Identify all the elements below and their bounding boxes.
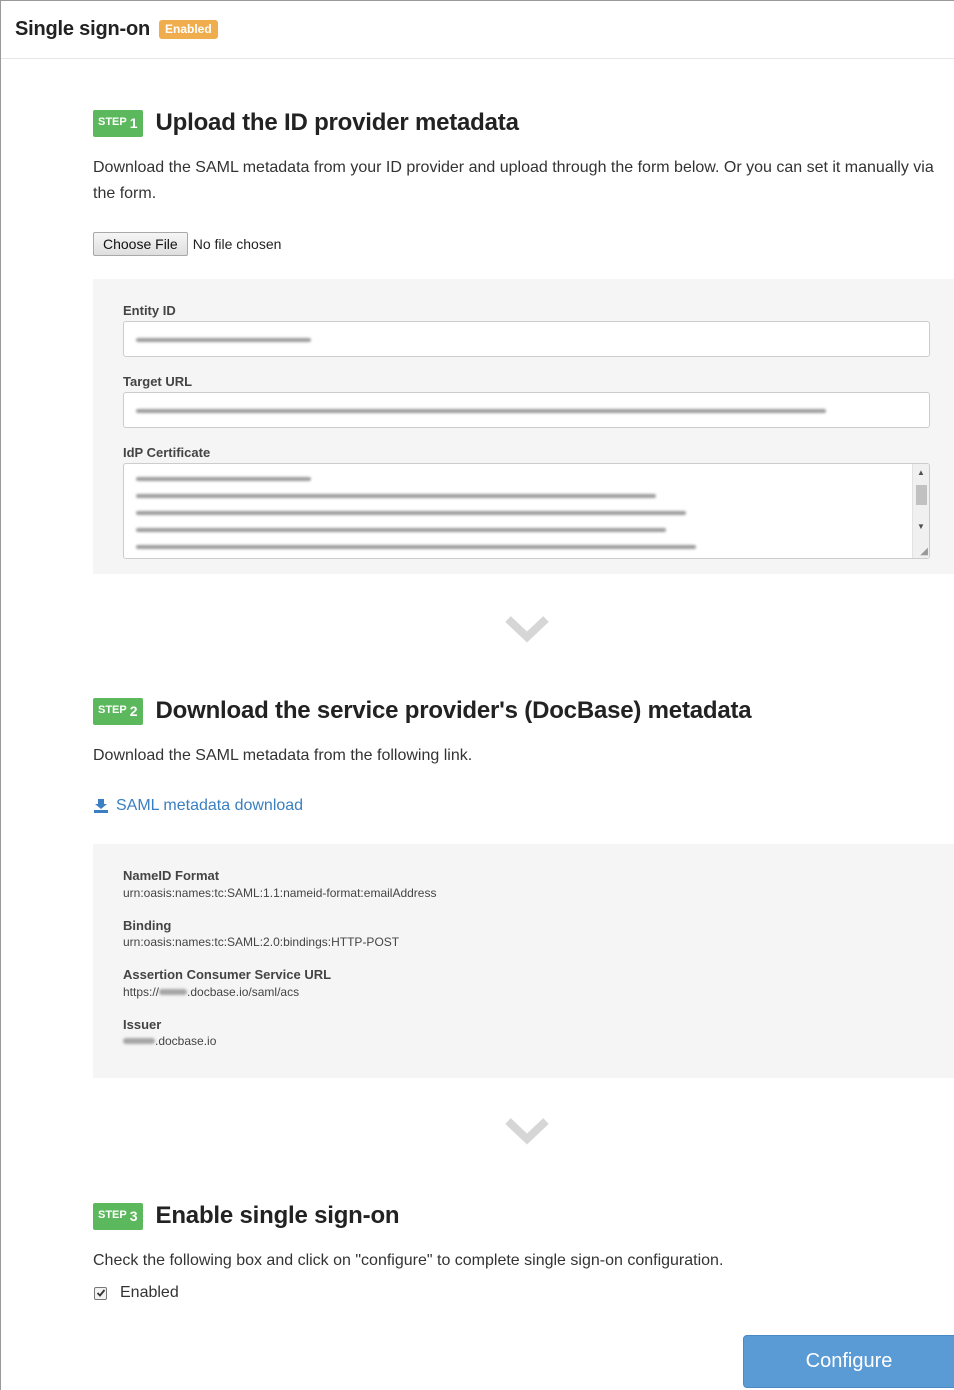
nameid-format-label: NameID Format [123, 868, 220, 883]
target-url-input[interactable] [123, 392, 930, 428]
chevron-down-icon [505, 1118, 549, 1145]
entity-id-label: Entity ID [123, 303, 176, 318]
scroll-up-icon[interactable]: ▲ [917, 468, 925, 477]
page-header: Single sign-on Enabled [1, 1, 954, 59]
chevron-down-icon [505, 616, 549, 643]
step-1-badge: STEP 1 [93, 109, 143, 137]
resize-handle-icon[interactable]: ◢ [920, 546, 928, 557]
step-2-header: STEP 2 Download the service provider's (… [93, 697, 752, 725]
acs-url-value: https:// .docbase.io/saml/acs [123, 985, 300, 999]
enabled-checkbox-row[interactable]: Enabled [93, 1284, 179, 1302]
binding-label: Binding [123, 918, 172, 933]
configure-button[interactable]: Configure [743, 1335, 954, 1388]
idp-certificate-label: IdP Certificate [123, 445, 211, 460]
step-2-description: Download the SAML metadata from the foll… [93, 747, 473, 764]
binding-value: urn:oasis:names:tc:SAML:2.0:bindings:HTT… [123, 935, 400, 949]
saml-metadata-download-link[interactable]: SAML metadata download [93, 797, 303, 815]
checkmark-icon [96, 1289, 105, 1297]
scroll-down-icon[interactable]: ▼ [917, 522, 925, 531]
scroll-thumb[interactable] [916, 485, 927, 505]
idp-certificate-textarea[interactable]: ▲ ▼ ◢ [123, 463, 930, 559]
textarea-scrollbar[interactable]: ▲ ▼ [912, 464, 929, 558]
enabled-checkbox-label: Enabled [120, 1284, 179, 1301]
step-2-badge: STEP 2 [93, 697, 143, 725]
sp-metadata-panel: NameID Format urn:oasis:names:tc:SAML:1.… [93, 844, 954, 1078]
nameid-format-value: urn:oasis:names:tc:SAML:1.1:nameid-forma… [123, 886, 437, 900]
step-1-description: Download the SAML metadata from your ID … [93, 159, 934, 202]
file-upload: Choose File No file chosen [93, 232, 281, 256]
page-title: Single sign-on [15, 18, 150, 40]
step-1-header: STEP 1 Upload the ID provider metadata [93, 109, 519, 137]
status-badge: Enabled [158, 20, 218, 39]
file-status: No file chosen [192, 236, 282, 252]
step-3-title: Enable single sign-on [155, 1202, 400, 1229]
step-3-description: Check the following box and click on "co… [93, 1252, 724, 1269]
step-3-header: STEP 3 Enable single sign-on [93, 1202, 400, 1230]
entity-id-input[interactable] [123, 321, 930, 357]
issuer-value: .docbase.io [123, 1034, 216, 1048]
download-icon [94, 799, 108, 813]
idp-form-panel: Entity ID Target URL IdP Certificate ▲ ▼ [93, 279, 954, 574]
target-url-label: Target URL [123, 374, 193, 389]
acs-url-label: Assertion Consumer Service URL [123, 967, 332, 982]
issuer-label: Issuer [123, 1017, 162, 1032]
choose-file-button[interactable]: Choose File [93, 232, 188, 256]
step-1-title: Upload the ID provider metadata [155, 109, 519, 136]
step-2-title: Download the service provider's (DocBase… [155, 697, 752, 724]
enabled-checkbox[interactable] [94, 1286, 107, 1300]
step-3-badge: STEP 3 [93, 1202, 143, 1230]
sso-settings-page: Single sign-on Enabled STEP 1 Upload the… [0, 0, 954, 1390]
